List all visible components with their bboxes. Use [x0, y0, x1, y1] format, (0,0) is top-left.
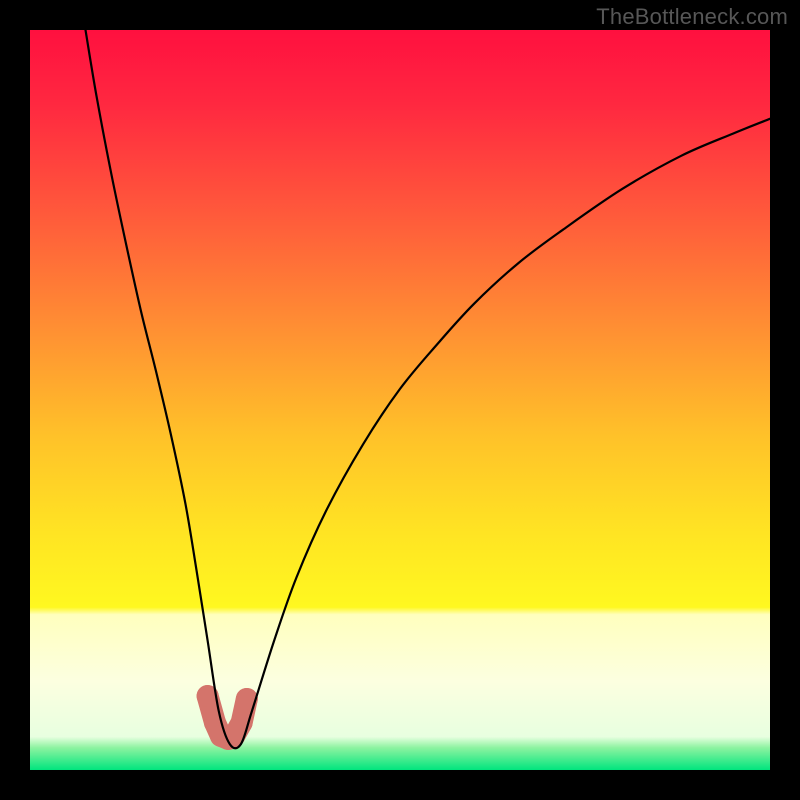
chart-gradient-background [30, 30, 770, 770]
chart-svg-canvas [30, 30, 770, 770]
watermark-text: TheBottleneck.com [596, 4, 788, 30]
chart-plot-area [30, 30, 770, 770]
